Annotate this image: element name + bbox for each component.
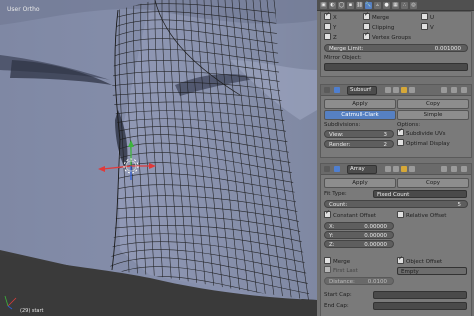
mirror-axis-z[interactable]: Z [324, 33, 337, 42]
render-icon[interactable]: ▣ [320, 1, 327, 9]
render-toggle-icon[interactable] [385, 166, 391, 172]
collapse-icon[interactable] [324, 166, 330, 172]
move-down-icon[interactable] [451, 87, 457, 93]
fit-type-dropdown[interactable]: Fixed Count [373, 190, 467, 198]
count-field[interactable]: Count: 5 [324, 200, 468, 208]
start-cap-selector[interactable] [373, 291, 467, 299]
editmode-toggle-icon[interactable] [401, 166, 407, 172]
array-name-field[interactable]: Array [347, 165, 377, 174]
object-icon[interactable]: ▪ [347, 1, 354, 9]
offset-y-field[interactable]: Y: 0.00000 [324, 231, 394, 239]
texture-icon[interactable]: ▦ [392, 1, 399, 9]
viewport-label: User Ortho [7, 6, 40, 13]
properties-panel: ▣ ◐ ◯ ▪ ⛓ 🔧 ▵ ● ▦ ∴ ◎ X Y Z Merge Clippi… [317, 0, 474, 316]
offset-object-selector[interactable]: Empty [397, 267, 467, 275]
render-levels-field[interactable]: Render: 2 [324, 140, 394, 148]
offset-x-field[interactable]: X: 0.00000 [324, 222, 394, 230]
close-icon[interactable] [461, 166, 467, 172]
viewport-toggle-icon[interactable] [393, 166, 399, 172]
start-cap-label: Start Cap: [324, 292, 352, 298]
mesh-render [0, 0, 317, 316]
cage-toggle-icon[interactable] [409, 87, 415, 93]
world-icon[interactable]: ◯ [338, 1, 345, 9]
subsurf-modifier: Subsurf Apply Copy Catmull-Clark Simple … [320, 84, 472, 158]
move-down-icon[interactable] [451, 166, 457, 172]
relative-offset-checkbox[interactable]: Relative Offset [397, 211, 446, 220]
mirror-axis-x[interactable]: X [324, 11, 337, 22]
collapse-icon[interactable] [324, 87, 330, 93]
viewport-toggle-icon[interactable] [393, 87, 399, 93]
constant-offset-checkbox[interactable]: Constant Offset [324, 209, 376, 220]
fit-type-label: Fit Type: [324, 191, 347, 197]
mirror-object-label: Mirror Object: [324, 55, 362, 61]
first-last-checkbox[interactable]: First Last [324, 266, 358, 275]
merge-limit-field[interactable]: Merge Limit: 0.001000 [324, 44, 468, 52]
properties-toolbar: ▣ ◐ ◯ ▪ ⛓ 🔧 ▵ ● ▦ ∴ ◎ [317, 0, 474, 11]
render-toggle-icon[interactable] [385, 87, 391, 93]
mirror-axis-y[interactable]: Y [324, 23, 336, 32]
end-cap-label: End Cap: [324, 303, 349, 309]
array-header[interactable]: Array [321, 164, 471, 175]
merge-distance-field[interactable]: Distance: 0.0100 [324, 277, 394, 285]
close-icon[interactable] [461, 87, 467, 93]
subsurf-apply-button[interactable]: Apply [324, 99, 396, 109]
end-cap-selector[interactable] [373, 302, 467, 310]
mirror-modifier: X Y Z Merge Clipping Vertex Groups U V M… [320, 11, 472, 77]
physics-icon[interactable]: ◎ [410, 1, 417, 9]
array-copy-button[interactable]: Copy [397, 178, 469, 188]
tab-catmull-clark[interactable]: Catmull-Clark [324, 110, 396, 120]
subsurf-header[interactable]: Subsurf [321, 85, 471, 96]
viewport-status: (29) start [20, 308, 44, 314]
material-icon[interactable]: ● [383, 1, 390, 9]
optimal-display-checkbox[interactable]: Optimal Display [397, 139, 450, 148]
3d-viewport[interactable]: User Ortho (29) start [0, 0, 317, 316]
modifiers-icon[interactable]: 🔧 [365, 1, 372, 9]
move-up-icon[interactable] [441, 87, 447, 93]
array-merge-checkbox[interactable]: Merge [324, 257, 350, 266]
array-modifier: Array Apply Copy Fit Type: Fixed Count C… [320, 163, 472, 316]
object-offset-checkbox[interactable]: Object Offset [397, 255, 442, 266]
move-up-icon[interactable] [441, 166, 447, 172]
subsurf-name-field[interactable]: Subsurf [347, 86, 377, 95]
subdivide-uvs-checkbox[interactable]: Subdivide UVs [397, 127, 446, 138]
mirror-v-checkbox[interactable]: V [421, 23, 434, 32]
subdivisions-label: Subdivisions: [324, 122, 361, 128]
view-levels-field[interactable]: View: 3 [324, 130, 394, 138]
mirror-vertex-groups-checkbox[interactable]: Vertex Groups [363, 31, 411, 42]
mirror-merge-checkbox[interactable]: Merge [363, 11, 389, 22]
editmode-toggle-icon[interactable] [401, 87, 407, 93]
subsurf-icon [334, 87, 340, 93]
constraints-icon[interactable]: ⛓ [356, 1, 363, 9]
tab-simple[interactable]: Simple [397, 110, 469, 120]
particles-icon[interactable]: ∴ [401, 1, 408, 9]
data-icon[interactable]: ▵ [374, 1, 381, 9]
array-icon [334, 166, 340, 172]
mirror-u-checkbox[interactable]: U [421, 13, 434, 22]
scene-icon[interactable]: ◐ [329, 1, 336, 9]
cage-toggle-icon[interactable] [409, 166, 415, 172]
array-apply-button[interactable]: Apply [324, 178, 396, 188]
mirror-object-selector[interactable] [324, 63, 468, 71]
offset-z-field[interactable]: Z: 0.00000 [324, 240, 394, 248]
subsurf-copy-button[interactable]: Copy [397, 99, 469, 109]
